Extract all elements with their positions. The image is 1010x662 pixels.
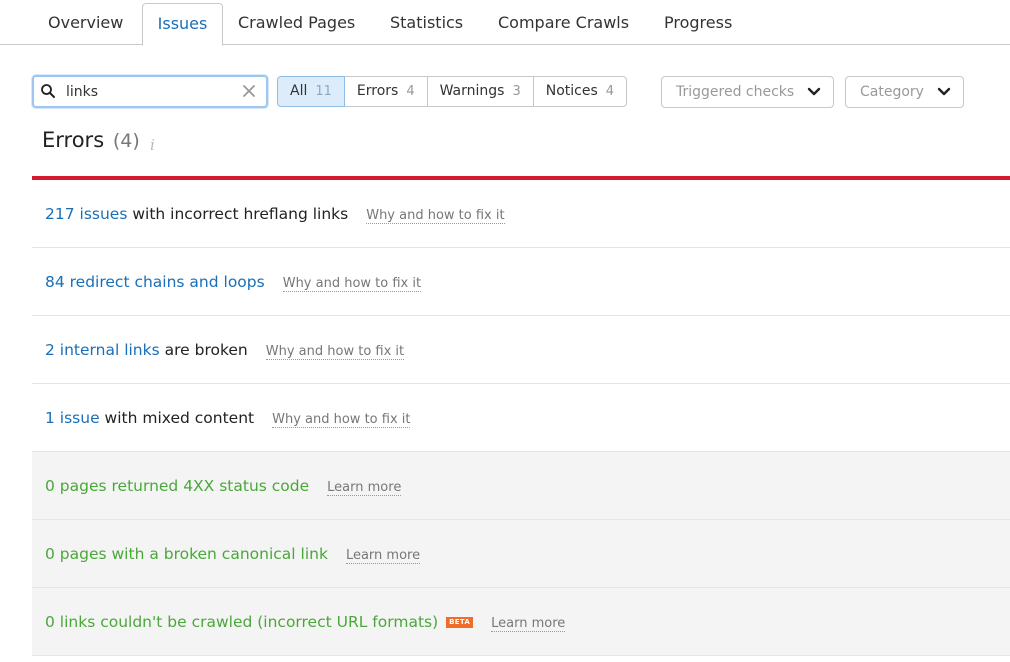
- chevron-down-icon: [937, 87, 951, 96]
- issue-count-link[interactable]: 2 internal links: [45, 341, 160, 359]
- close-icon[interactable]: [240, 82, 258, 100]
- category-dropdown[interactable]: Category: [845, 76, 964, 108]
- filter-label: Notices: [545, 83, 598, 99]
- filter-notices-button[interactable]: Notices 4: [532, 76, 628, 107]
- filter-count: 4: [605, 84, 615, 99]
- learn-more-link[interactable]: Learn more: [327, 480, 402, 496]
- info-icon[interactable]: i: [150, 136, 155, 154]
- severity-filter: All 11 Errors 4 Warnings 3 Notices 4: [277, 76, 628, 107]
- why-and-how-link[interactable]: Why and how to fix it: [366, 208, 505, 224]
- issue-row-zero: 0 pages returned 4XX status code Learn mo…: [32, 452, 1010, 520]
- why-and-how-link[interactable]: Why and how to fix it: [265, 344, 405, 360]
- why-and-how-link[interactable]: Why and how to fix it: [282, 276, 422, 292]
- issue-description: 0 pages with a broken canonical link: [45, 545, 328, 563]
- issue-description: are broken: [159, 341, 248, 359]
- issue-description: 0 links couldn't be crawled (incorrect U…: [45, 613, 439, 631]
- issue-count-link[interactable]: 84 redirect chains and loops: [45, 273, 265, 291]
- dropdown-label: Triggered checks: [676, 84, 795, 100]
- section-count: (4): [112, 130, 140, 152]
- issue-count-link[interactable]: 1 issue: [45, 409, 100, 427]
- section-title-text: Errors: [42, 128, 105, 152]
- tab-bar: Overview Issues Crawled Pages Statistics…: [0, 0, 1010, 46]
- filter-errors-button[interactable]: Errors 4: [343, 76, 428, 107]
- dropdown-label: Category: [860, 84, 924, 100]
- tab-compare-crawls[interactable]: Compare Crawls: [498, 3, 629, 45]
- issue-row-zero: 0 pages with a broken canonical link Lear…: [32, 520, 1010, 588]
- issue-row: 2 internal links are broken Why and how t…: [32, 316, 1010, 384]
- issue-description: with mixed content: [99, 409, 255, 427]
- issue-row: 84 redirect chains and loops Why and how …: [32, 248, 1010, 316]
- filter-label: Warnings: [439, 83, 505, 99]
- issue-list: 217 issues with incorrect hreflang links…: [32, 180, 1010, 656]
- filter-count: 11: [315, 84, 332, 99]
- tab-overview[interactable]: Overview: [48, 3, 123, 45]
- issue-description: with incorrect hreflang links: [127, 205, 349, 223]
- triggered-checks-dropdown[interactable]: Triggered checks: [661, 76, 834, 108]
- tab-issues[interactable]: Issues: [142, 3, 223, 46]
- filter-all-button[interactable]: All 11: [277, 76, 345, 107]
- issue-row: 217 issues with incorrect hreflang links…: [32, 180, 1010, 248]
- search-icon: [41, 84, 55, 98]
- tab-progress[interactable]: Progress: [664, 3, 732, 45]
- beta-badge: BETA: [446, 617, 474, 628]
- issue-row-zero: 0 links couldn't be crawled (incorrect U…: [32, 588, 1010, 656]
- filter-count: 4: [406, 84, 415, 99]
- filter-warnings-button[interactable]: Warnings 3: [426, 76, 534, 107]
- learn-more-link[interactable]: Learn more: [491, 616, 566, 632]
- filter-count: 3: [512, 84, 521, 99]
- learn-more-link[interactable]: Learn more: [345, 548, 421, 564]
- search-input[interactable]: [66, 81, 236, 103]
- issue-row: 1 issue with mixed content Why and how to…: [32, 384, 1010, 452]
- section-title: Errors (4): [42, 128, 140, 152]
- tab-statistics[interactable]: Statistics: [390, 3, 463, 45]
- tab-crawled-pages[interactable]: Crawled Pages: [238, 3, 355, 45]
- filter-label: Errors: [356, 83, 399, 99]
- chevron-down-icon: [807, 87, 821, 96]
- why-and-how-link[interactable]: Why and how to fix it: [272, 412, 411, 428]
- search-box[interactable]: [32, 75, 268, 108]
- filter-label: All: [290, 83, 308, 99]
- issue-count-link[interactable]: 217 issues: [45, 205, 127, 223]
- issue-description: 0 pages returned 4XX status code: [45, 477, 310, 495]
